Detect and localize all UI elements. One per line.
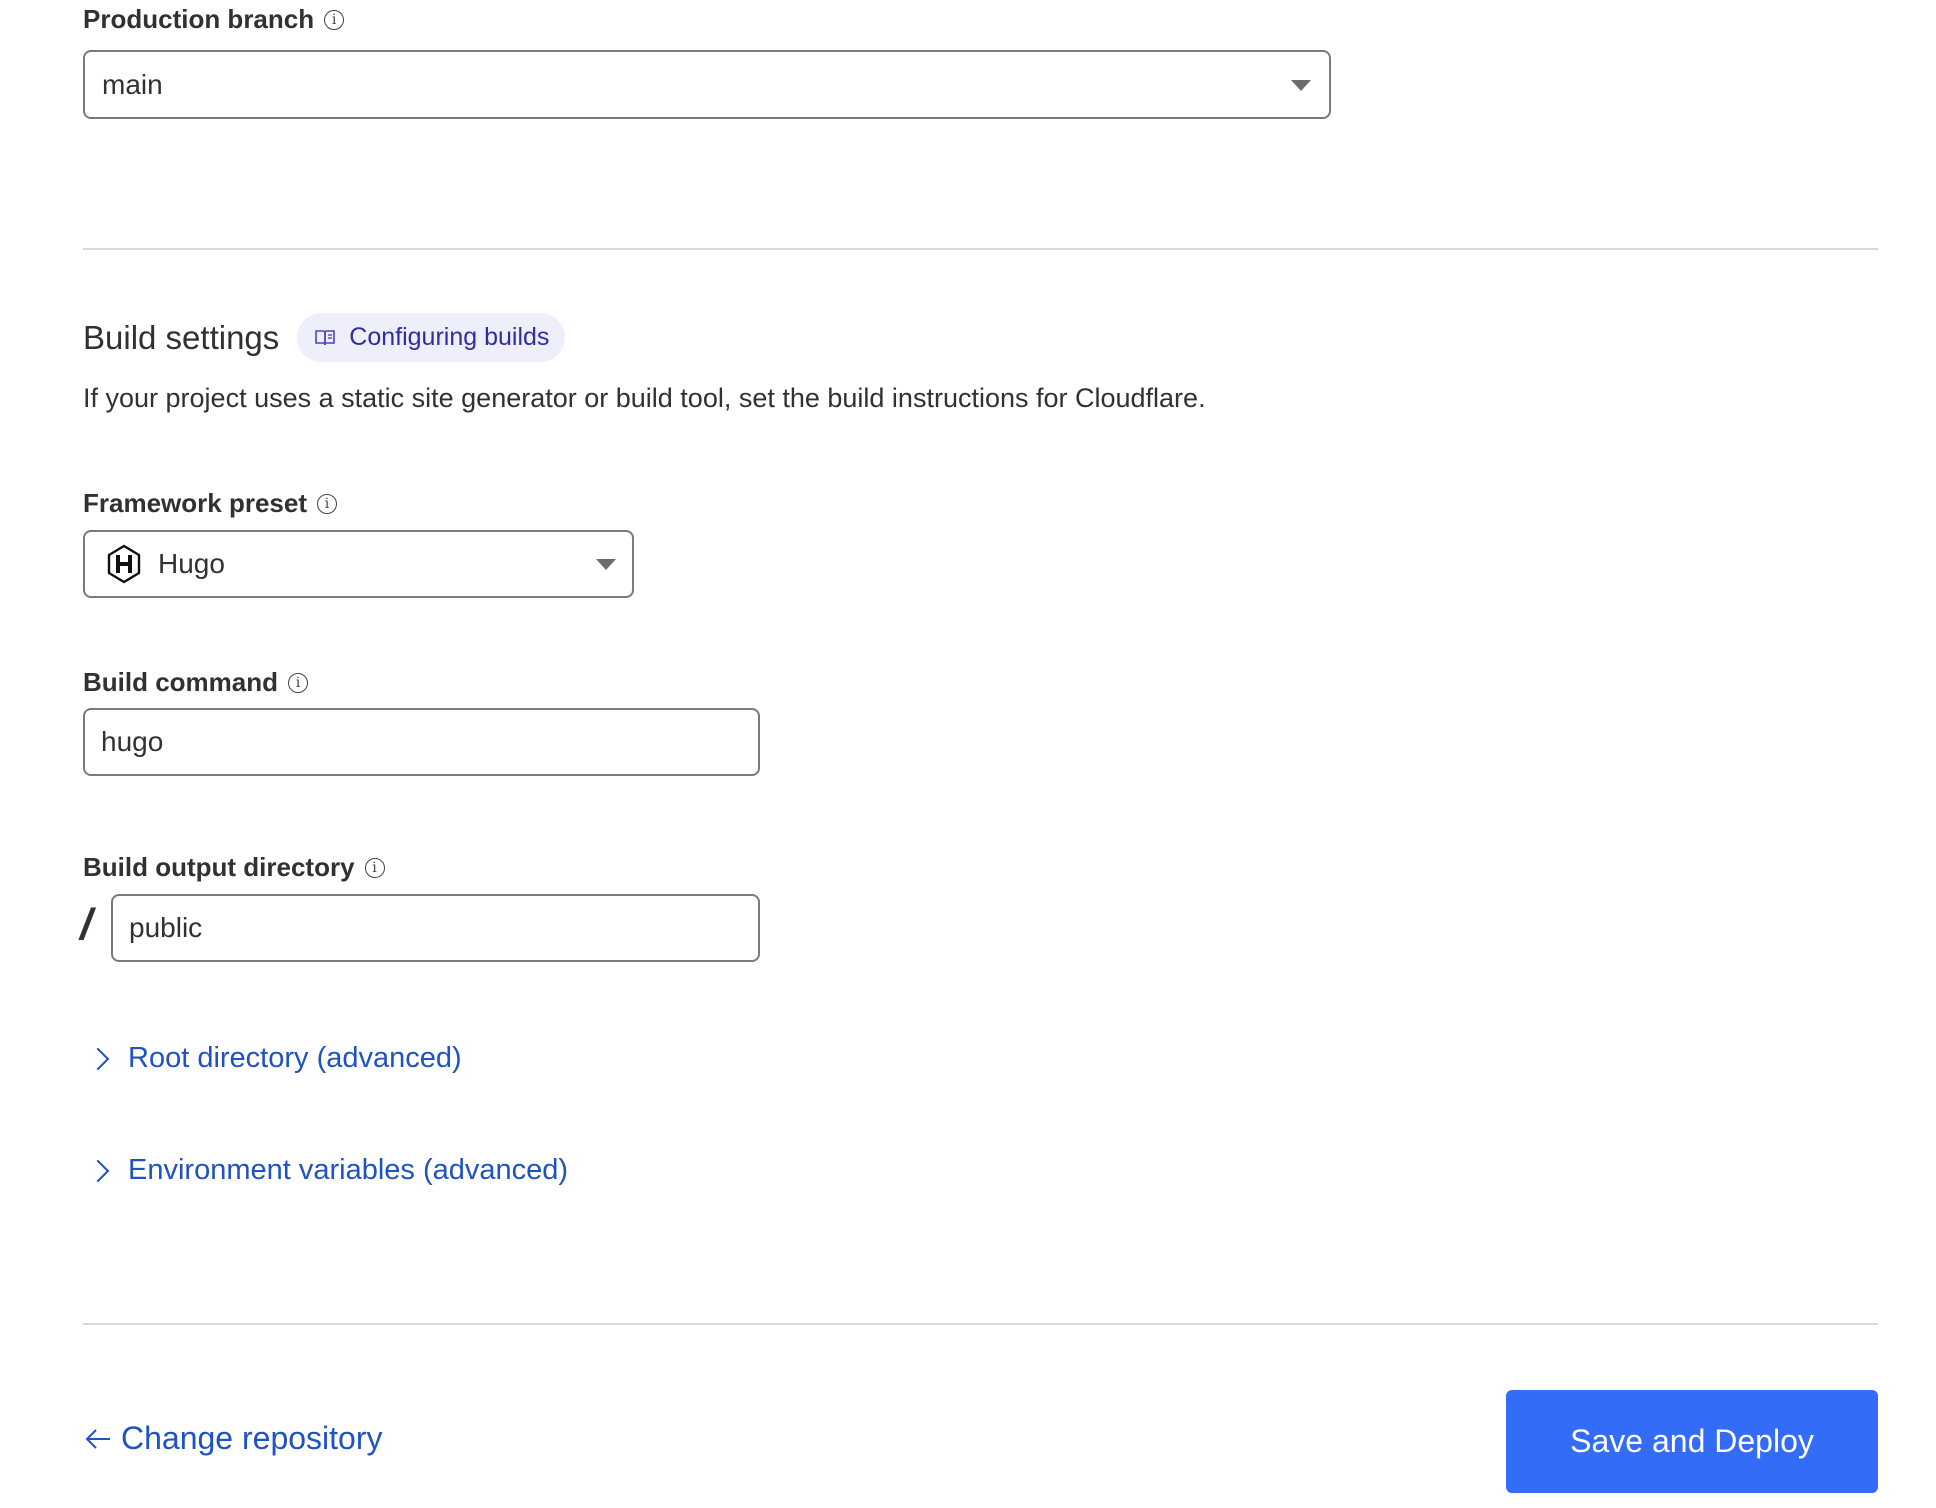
framework-preset-value: Hugo <box>158 548 225 579</box>
configuring-builds-label: Configuring builds <box>349 323 550 351</box>
info-icon[interactable]: i <box>316 493 337 514</box>
build-command-label-text: Build command <box>83 667 279 697</box>
framework-preset-label-text: Framework preset <box>83 488 307 518</box>
footer-divider <box>83 1323 1878 1325</box>
build-command-label: Build command i <box>83 667 309 698</box>
arrow-left-icon <box>85 1428 110 1449</box>
section-divider <box>83 248 1878 250</box>
environment-variables-toggle[interactable]: Environment variables (advanced) <box>86 1154 569 1187</box>
build-command-input[interactable] <box>85 726 758 758</box>
path-prefix-slash: / <box>80 900 93 949</box>
chevron-right-icon <box>86 1159 110 1182</box>
hugo-logo-icon <box>107 544 141 584</box>
chevron-down-icon <box>1291 79 1311 91</box>
change-repository-label: Change repository <box>121 1420 383 1456</box>
build-command-field[interactable] <box>83 708 760 776</box>
framework-preset-label: Framework preset i <box>83 488 337 519</box>
page-section-title: Build settings <box>83 318 280 356</box>
save-and-deploy-button[interactable]: Save and Deploy <box>1506 1390 1878 1493</box>
build-settings-description: If your project uses a static site gener… <box>83 383 1206 413</box>
production-branch-select[interactable]: main <box>83 50 1331 119</box>
production-branch-label-text: Production branch <box>83 4 315 34</box>
configuring-builds-link[interactable]: Configuring builds <box>297 313 566 362</box>
environment-variables-label: Environment variables (advanced) <box>128 1154 569 1186</box>
chevron-down-icon <box>596 559 616 570</box>
chevron-right-icon <box>86 1047 110 1070</box>
info-icon[interactable]: i <box>324 9 345 30</box>
root-directory-label: Root directory (advanced) <box>128 1042 462 1074</box>
build-output-directory-input[interactable] <box>113 912 758 944</box>
root-directory-toggle[interactable]: Root directory (advanced) <box>86 1042 462 1075</box>
production-branch-label: Production branch i <box>83 4 345 35</box>
book-icon <box>315 329 336 345</box>
build-settings-header: Build settings Configuring builds <box>83 313 566 362</box>
info-icon[interactable]: i <box>288 672 309 693</box>
build-output-directory-label: Build output directory i <box>83 852 385 883</box>
build-output-directory-label-text: Build output directory <box>83 852 355 882</box>
build-output-directory-field[interactable] <box>111 894 760 962</box>
info-icon[interactable]: i <box>364 857 385 878</box>
change-repository-link[interactable]: Change repository <box>83 1420 382 1457</box>
production-branch-value: main <box>102 68 163 100</box>
framework-preset-select[interactable]: Hugo <box>83 530 634 598</box>
